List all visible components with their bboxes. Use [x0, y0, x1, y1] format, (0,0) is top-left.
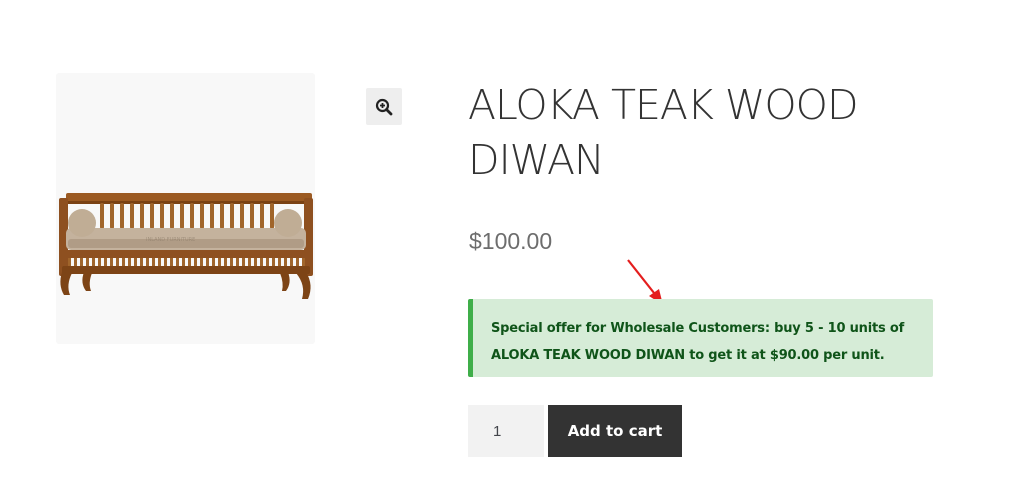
product-title: ALOKA TEAK WOOD DIWAN: [468, 81, 859, 184]
product-price: $100.00: [469, 228, 553, 254]
zoom-in-icon: [375, 98, 393, 115]
add-to-cart-button[interactable]: Add to cart: [548, 405, 682, 457]
zoom-button[interactable]: [366, 88, 402, 125]
notice-line-1: Special offer for Wholesale Customers: b…: [491, 321, 905, 336]
diwan-image: INLAND FURNITURE: [59, 193, 313, 299]
image-watermark: INLAND FURNITURE: [146, 237, 195, 243]
wholesale-notice: Special offer for Wholesale Customers: b…: [468, 299, 933, 377]
notice-line-2: ALOKA TEAK WOOD DIWAN to get it at $90.0…: [491, 348, 885, 363]
quantity-input[interactable]: [468, 405, 544, 457]
product-image: INLAND FURNITURE: [56, 73, 315, 344]
